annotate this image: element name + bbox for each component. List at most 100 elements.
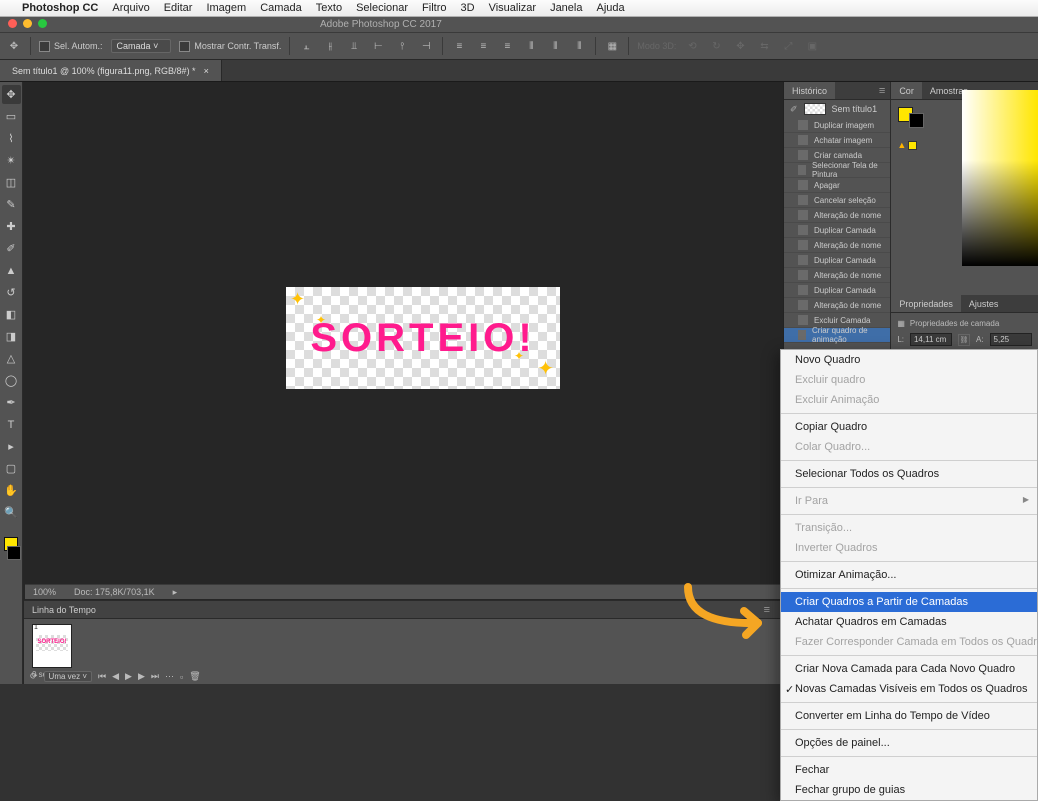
align-bottom-icon[interactable]: ⫫ [346,38,362,54]
history-item[interactable]: Alteração de nome [784,208,890,223]
move-tool-icon[interactable]: ✥ [6,38,22,54]
history-item[interactable]: Criar quadro de animação [784,328,890,343]
tween-icon[interactable]: ⋯ [165,671,174,682]
history-item[interactable]: Selecionar Tela de Pintura [784,163,890,178]
align-left-icon[interactable]: ⊢ [370,38,386,54]
tab-propriedades[interactable]: Propriedades [891,295,961,312]
magic-wand-tool[interactable]: ✴ [2,151,21,170]
menu-janela[interactable]: Janela [550,2,582,14]
next-frame-icon[interactable]: ▶ [138,671,145,682]
close-icon[interactable] [8,19,17,28]
first-frame-icon[interactable]: ⏮ [98,671,106,682]
align-vcenter-icon[interactable]: ⫲ [322,38,338,54]
auto-select-checkbox[interactable]: Sel. Autom.: [39,41,103,52]
history-item[interactable]: Alteração de nome [784,298,890,313]
menu-texto[interactable]: Texto [316,2,342,14]
play-icon[interactable]: ▶ [125,671,132,682]
align-hcenter-icon[interactable]: ⫯ [394,38,410,54]
eraser-tool[interactable]: ◧ [2,305,21,324]
healing-tool[interactable]: ✚ [2,217,21,236]
clone-stamp-tool[interactable]: ▲ [2,261,21,280]
menu-visualizar[interactable]: Visualizar [489,2,537,14]
prev-frame-icon[interactable]: ◀ [112,671,119,682]
align-right-icon[interactable]: ⊣ [418,38,434,54]
menu-editar[interactable]: Editar [164,2,193,14]
history-item[interactable]: Duplicar Camada [784,253,890,268]
new-frame-icon[interactable]: ▫ [180,672,183,682]
close-tab-icon[interactable]: × [204,66,209,76]
document-tab[interactable]: Sem título1 @ 100% (figura11.png, RGB/8#… [0,60,222,81]
context-menu-item[interactable]: Copiar Quadro [781,417,1037,437]
auto-align-icon[interactable]: ▦ [604,38,620,54]
history-item[interactable]: Apagar [784,178,890,193]
chevron-right-icon[interactable]: ▸ [173,587,178,598]
shape-tool[interactable]: ▢ [2,459,21,478]
align-top-icon[interactable]: ⫠ [298,38,314,54]
history-item[interactable]: Achatar imagem [784,133,890,148]
context-menu-item[interactable]: Opções de painel... [781,733,1037,753]
history-item[interactable]: Duplicar imagem [784,118,890,133]
zoom-icon[interactable] [38,19,47,28]
history-item[interactable]: Alteração de nome [784,238,890,253]
context-menu-item[interactable]: Otimizar Animação... [781,565,1037,585]
history-item[interactable]: Duplicar Camada [784,283,890,298]
type-tool[interactable]: T [2,415,21,434]
distribute-right-icon[interactable]: ⦀ [571,38,587,54]
context-menu-item[interactable]: Novo Quadro [781,350,1037,370]
panel-menu-icon[interactable]: ≡ [874,85,890,97]
loop-icon[interactable]: ⟳ [30,671,38,682]
background-swatch[interactable] [7,546,21,560]
context-menu-item[interactable]: Selecionar Todos os Quadros [781,464,1037,484]
menu-selecionar[interactable]: Selecionar [356,2,408,14]
history-item[interactable]: Alteração de nome [784,268,890,283]
pen-tool[interactable]: ✒ [2,393,21,412]
hand-tool[interactable]: ✋ [2,481,21,500]
tab-ajustes[interactable]: Ajustes [961,295,1007,312]
menu-camada[interactable]: Camada [260,2,302,14]
context-menu-item[interactable]: Criar Quadros a Partir de Camadas [781,592,1037,612]
zoom-level[interactable]: 100% [33,587,56,597]
brush-tool[interactable]: ✐ [2,239,21,258]
width-field[interactable]: 14,11 cm [910,333,952,346]
eyedropper-tool[interactable]: ✎ [2,195,21,214]
history-item[interactable]: Duplicar Camada [784,223,890,238]
distribute-vcenter-icon[interactable]: ≡ [475,38,491,54]
doc-size[interactable]: Doc: 175,8K/703,1K [74,587,155,597]
history-document[interactable]: ✐ Sem título1 [784,100,890,118]
timeline-frame[interactable]: 1 SORTEIO! [32,624,72,668]
gradient-tool[interactable]: ◨ [2,327,21,346]
history-item[interactable]: Cancelar seleção [784,193,890,208]
path-select-tool[interactable]: ▸ [2,437,21,456]
color-picker-gradient[interactable] [962,90,1038,266]
menu-imagem[interactable]: Imagem [206,2,246,14]
delete-frame-icon[interactable]: 🗑 [189,671,200,682]
menu-ajuda[interactable]: Ajuda [596,2,624,14]
menu-arquivo[interactable]: Arquivo [112,2,149,14]
height-field[interactable]: 5,25 [990,333,1032,346]
last-frame-icon[interactable]: ⏭ [151,671,159,682]
menu-filtro[interactable]: Filtro [422,2,446,14]
distribute-top-icon[interactable]: ≡ [451,38,467,54]
context-menu-item[interactable]: Fechar grupo de guias [781,780,1037,800]
blur-tool[interactable]: △ [2,349,21,368]
show-transform-checkbox[interactable]: Mostrar Contr. Transf. [179,41,281,52]
distribute-left-icon[interactable]: ⦀ [523,38,539,54]
auto-select-target[interactable]: Camada ˅ [111,39,172,53]
context-menu-item[interactable]: Criar Nova Camada para Cada Novo Quadro [781,659,1037,679]
loop-select[interactable]: Uma vez ˅ [44,671,92,682]
crop-tool[interactable]: ◫ [2,173,21,192]
distribute-hcenter-icon[interactable]: ⦀ [547,38,563,54]
zoom-tool[interactable]: 🔍 [2,503,21,522]
traffic-lights[interactable] [8,19,47,28]
context-menu-item[interactable]: Converter em Linha do Tempo de Vídeo [781,706,1037,726]
move-tool[interactable]: ✥ [2,85,21,104]
dodge-tool[interactable]: ◯ [2,371,21,390]
document-canvas[interactable]: ✦ ✦ SORTEIO! ✦ ✦ [286,287,560,389]
color-background-swatch[interactable] [909,113,924,128]
app-name[interactable]: Photoshop CC [22,2,98,14]
minimize-icon[interactable] [23,19,32,28]
context-menu-item[interactable]: Fechar [781,760,1037,780]
tab-history[interactable]: Histórico [784,82,835,99]
context-menu-item[interactable]: Achatar Quadros em Camadas [781,612,1037,632]
tab-cor[interactable]: Cor [891,82,922,99]
